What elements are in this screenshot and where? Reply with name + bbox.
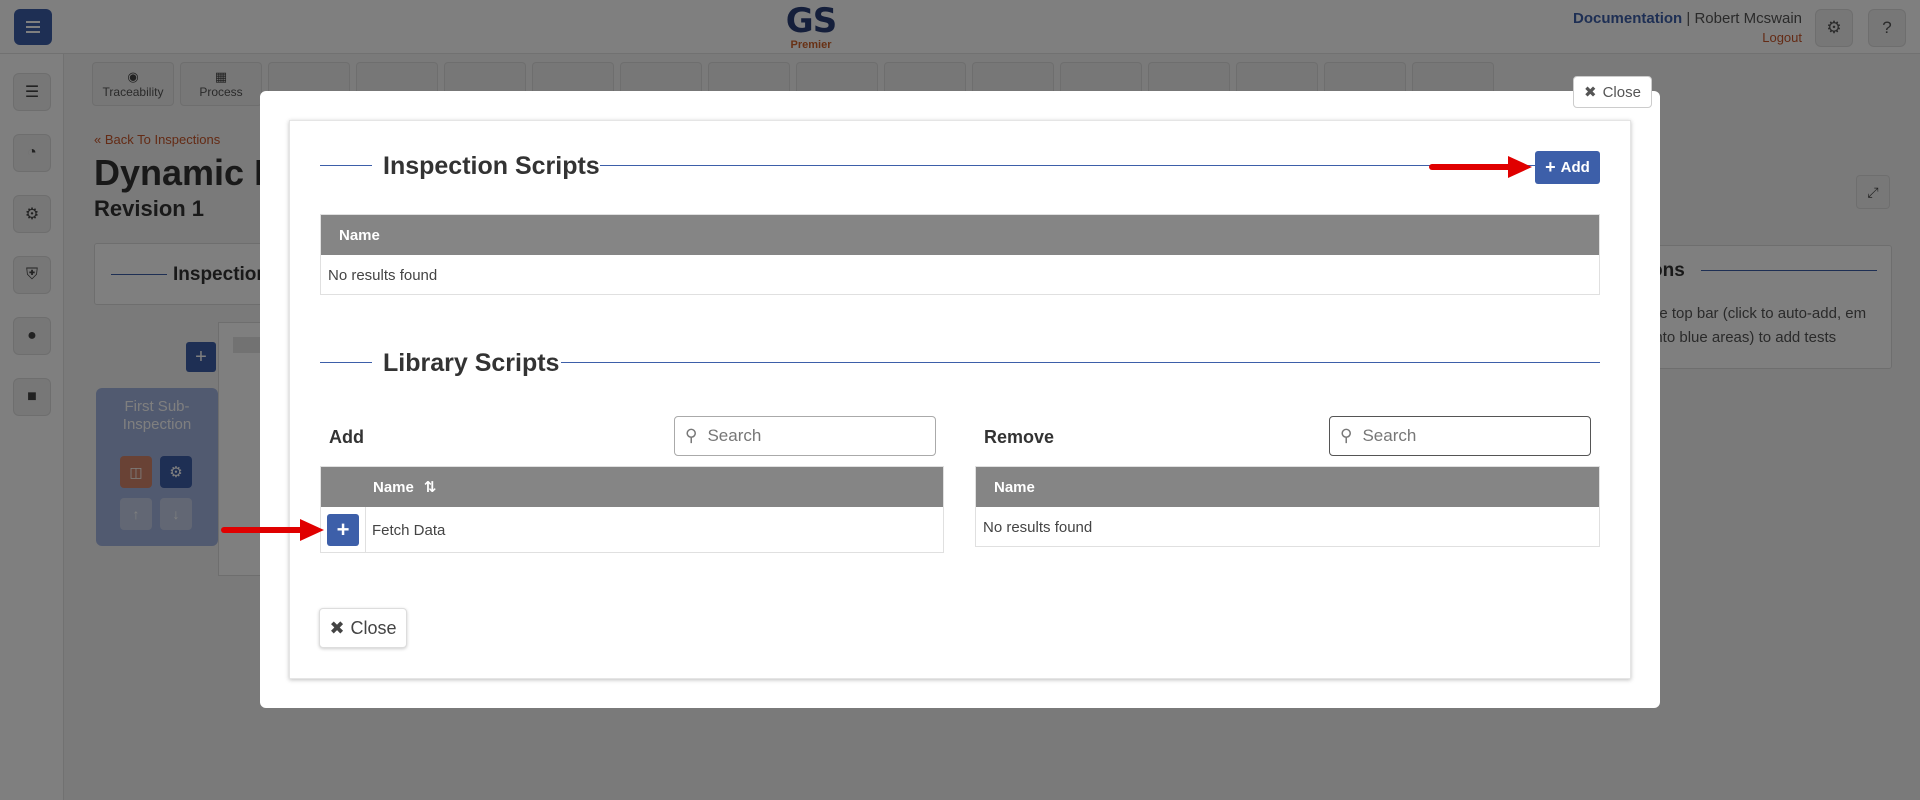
table-header-name[interactable]: Name — [976, 467, 1599, 507]
section-divider-left — [320, 362, 372, 363]
search-icon: ⚲ — [685, 426, 698, 445]
library-scripts-title: Library Scripts — [383, 349, 560, 377]
close-icon: ✖ — [329, 617, 345, 638]
cell-divider — [365, 507, 366, 553]
library-remove-table: Name No results found — [975, 466, 1600, 547]
remove-panel-label: Remove — [984, 427, 1055, 447]
add-inspection-script-button[interactable]: + Add — [1535, 151, 1600, 184]
close-modal-button-top[interactable]: ✖ Close — [1573, 76, 1652, 108]
table-row: + Fetch Data — [321, 507, 943, 553]
modal-content-panel — [289, 120, 1631, 679]
add-script-row-button[interactable]: + — [327, 514, 359, 546]
sort-icon[interactable]: ⇅ — [424, 478, 437, 496]
inspection-scripts-table: Name No results found — [320, 214, 1600, 295]
table-header-name[interactable]: Name ⇅ — [321, 467, 943, 507]
column-label: Name — [373, 478, 414, 496]
close-icon: ✖ — [1584, 84, 1597, 101]
section-divider-left — [320, 165, 372, 166]
script-name: Fetch Data — [372, 521, 446, 539]
inspection-scripts-title: Inspection Scripts — [383, 152, 600, 180]
remove-panel-search-input[interactable]: ⚲ Search — [1329, 416, 1591, 456]
search-placeholder: Search — [1362, 426, 1417, 445]
close-modal-button-bottom[interactable]: ✖ Close — [319, 608, 407, 648]
close-label: Close — [1602, 83, 1641, 101]
plus-icon: + — [336, 517, 350, 542]
plus-icon: + — [1545, 157, 1556, 177]
empty-message: No results found — [983, 518, 1093, 536]
add-panel-label: Add — [329, 427, 364, 447]
table-header-name[interactable]: Name — [321, 215, 1599, 255]
search-placeholder: Search — [707, 426, 762, 445]
close-label: Close — [350, 617, 397, 638]
annotation-arrow-icon — [1429, 156, 1532, 178]
add-panel-search-input[interactable]: ⚲ Search — [674, 416, 936, 456]
search-icon: ⚲ — [1340, 426, 1353, 445]
section-divider-right — [561, 362, 1600, 363]
add-label: Add — [1560, 159, 1590, 176]
annotation-arrow-icon — [221, 519, 324, 541]
library-add-table: Name ⇅ + Fetch Data — [320, 466, 944, 553]
empty-message: No results found — [328, 266, 438, 284]
